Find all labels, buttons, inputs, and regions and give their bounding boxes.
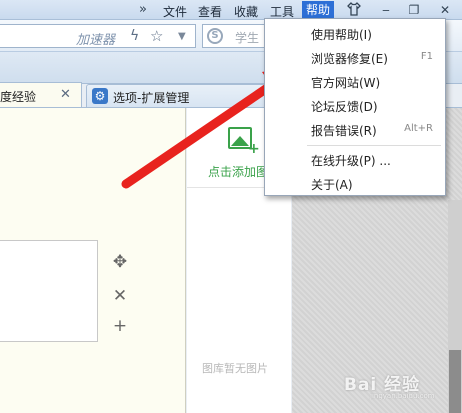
tab-label: 度经验 — [0, 90, 37, 104]
menu-item-help-topics[interactable]: 使用帮助(I) — [265, 23, 445, 45]
menu-help[interactable]: 帮助 — [302, 1, 335, 19]
move-icon[interactable]: ✥ — [110, 252, 130, 272]
search-placeholder: 学生 — [235, 31, 260, 45]
help-menu: 使用帮助(I) 浏览器修复(E) F1 官方网站(W) 论坛反馈(D) 报告错误… — [264, 18, 446, 196]
lightning-icon[interactable]: ϟ — [130, 28, 139, 44]
add-image-icon[interactable]: + — [228, 127, 260, 157]
gear-icon: ⚙ — [92, 88, 108, 104]
shirt-icon[interactable] — [346, 2, 362, 18]
menu-item-forum-feedback[interactable]: 论坛反馈(D) — [265, 95, 445, 117]
menu-item-about[interactable]: 关于(A) — [265, 173, 445, 195]
restore-icon[interactable]: ❐ — [406, 2, 422, 18]
menu-item-report-error[interactable]: 报告错误(R) Alt+R — [265, 119, 445, 141]
menu-item-official-site[interactable]: 官方网站(W) — [265, 71, 445, 93]
accelerator-button[interactable]: 加速器 — [76, 29, 115, 48]
menu-file[interactable]: 文件 — [163, 3, 187, 20]
tab-label: 选项-扩展管理 — [113, 91, 190, 105]
shortcut-label: Alt+R — [404, 123, 433, 134]
tab-baidu-experience[interactable]: 度经验 ✕ — [0, 82, 82, 108]
menu-favorites[interactable]: 收藏 — [234, 3, 258, 20]
minimize-icon[interactable]: ‒ — [378, 2, 394, 18]
tab-extension-manager[interactable]: ⚙ 选项-扩展管理 — [86, 84, 266, 108]
close-window-icon[interactable]: ✕ — [437, 2, 453, 18]
menu-item-online-upgrade[interactable]: 在线升级(P) ... — [265, 149, 445, 171]
add-icon[interactable]: + — [110, 316, 130, 336]
search-engine-icon[interactable]: S — [207, 28, 223, 44]
address-bar[interactable]: 加速器 ϟ ☆ ▼ — [0, 24, 196, 48]
empty-gallery-text: 图库暂无图片 — [202, 362, 268, 375]
shortcut-label: F1 — [420, 51, 433, 62]
close-tab-icon[interactable]: ✕ — [60, 87, 71, 102]
star-icon[interactable]: ☆ — [150, 27, 163, 45]
baidu-watermark-logo: Bai 经验 jingyan.baidu.com — [340, 366, 460, 402]
overflow-chevron[interactable]: » — [139, 2, 147, 17]
content-box[interactable] — [0, 240, 98, 342]
watermark-url: jingyan.baidu.com — [370, 392, 435, 400]
delete-icon[interactable]: ✕ — [110, 286, 130, 306]
chevron-down-icon[interactable]: ▼ — [178, 31, 186, 42]
add-image-label[interactable]: 点击添加图 — [208, 163, 268, 180]
menu-view[interactable]: 查看 — [198, 3, 222, 20]
menu-item-browser-repair[interactable]: 浏览器修复(E) F1 — [265, 47, 445, 69]
menu-bar: » 文件 查看 收藏 工具 帮助 ‒ ❐ ✕ — [0, 0, 462, 20]
menu-separator — [307, 145, 441, 146]
